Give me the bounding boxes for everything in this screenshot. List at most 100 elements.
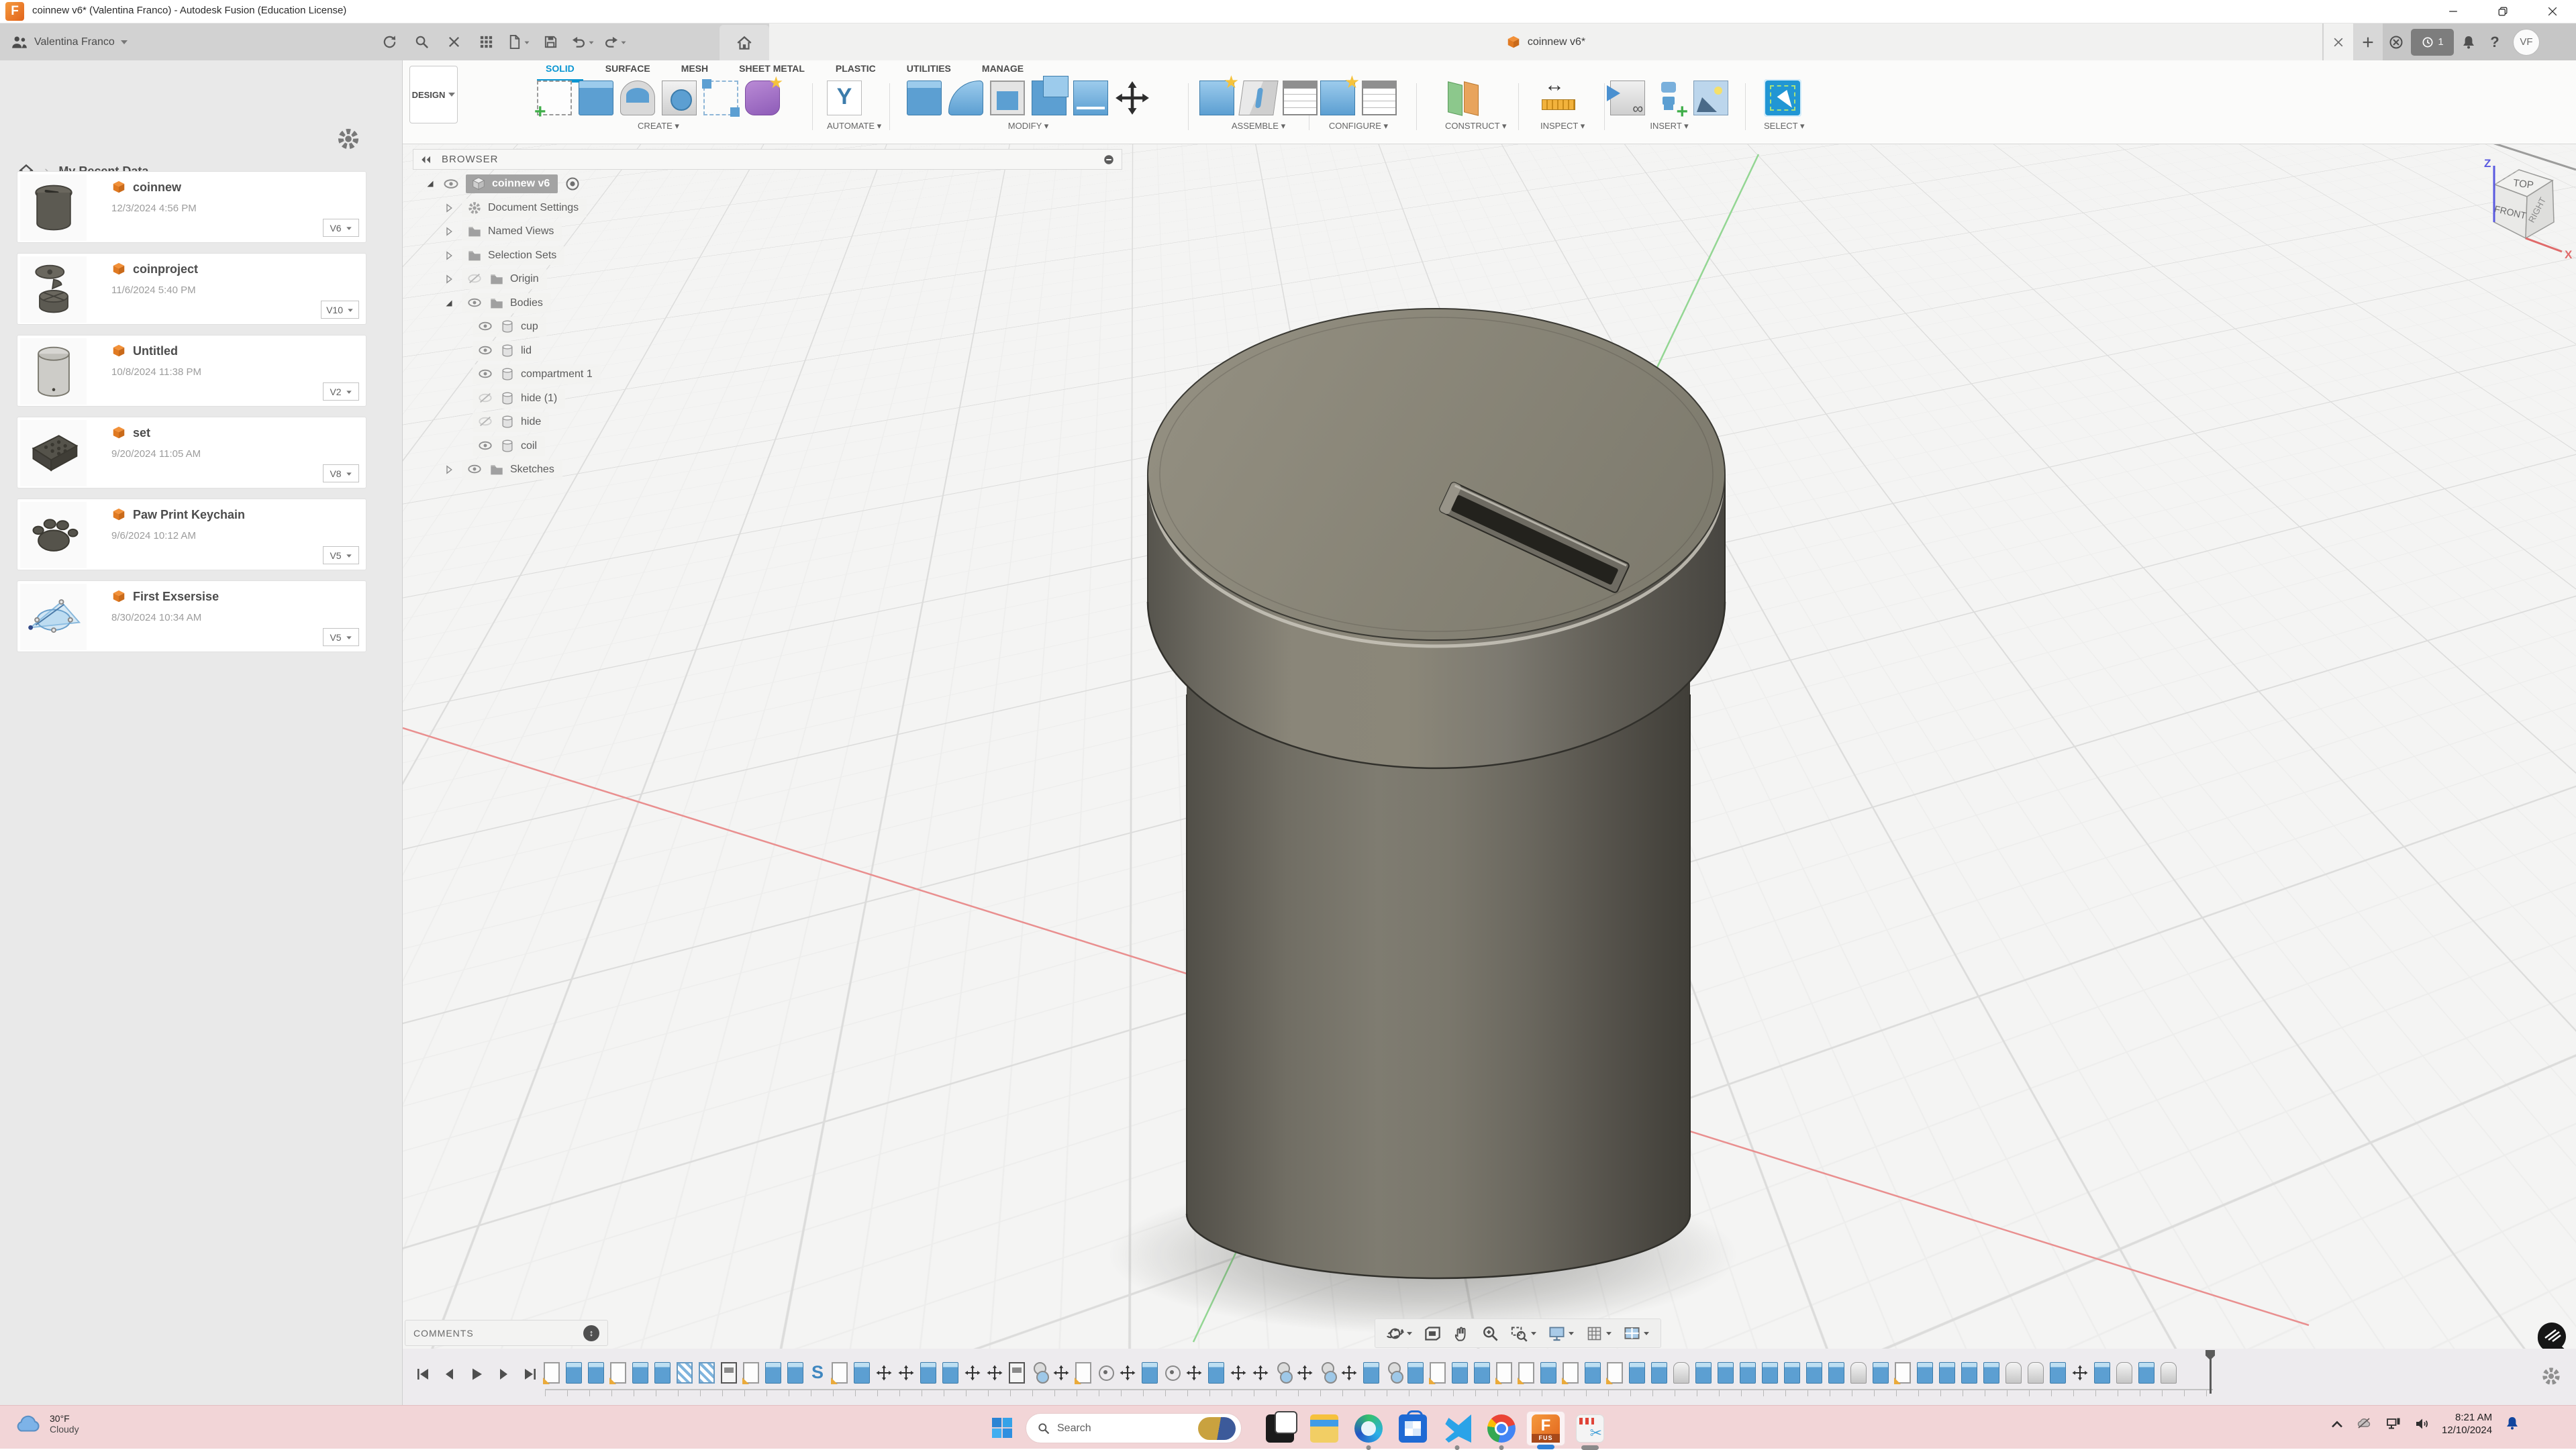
timeline-feature-sketch[interactable]	[1496, 1362, 1512, 1384]
activate-component-radio[interactable]	[564, 176, 581, 192]
taskbar-app-file-explorer[interactable]	[1305, 1411, 1344, 1446]
recent-file-card[interactable]: Untitled10/8/2024 11:38 PMV2	[17, 335, 366, 407]
recent-file-card[interactable]: coinnew12/3/2024 4:56 PMV6	[17, 171, 366, 243]
browser-row-cup[interactable]: cup	[473, 316, 546, 338]
timeline-feature-sketch[interactable]	[1518, 1362, 1534, 1384]
ribbon-tab-plastic[interactable]: PLASTIC	[820, 60, 891, 79]
version-dropdown[interactable]: V6	[323, 219, 359, 237]
browser-row-named-views[interactable]: Named Views	[443, 221, 562, 242]
timeline-feature-move[interactable]	[1230, 1362, 1246, 1384]
timeline-feature-extrude[interactable]	[765, 1362, 781, 1384]
sweep-tool-icon[interactable]	[662, 81, 697, 115]
timeline-feature-extrude[interactable]	[1695, 1362, 1712, 1384]
version-dropdown[interactable]: V8	[323, 464, 359, 482]
timeline-feature-extrude[interactable]	[1474, 1362, 1490, 1384]
timeline-feature-extrude[interactable]	[2050, 1362, 2066, 1384]
expand-arrow-icon[interactable]	[443, 225, 455, 238]
measure-tool-icon[interactable]	[1540, 81, 1575, 115]
version-dropdown[interactable]: V5	[323, 628, 359, 646]
document-tab[interactable]: coinnew v6*	[769, 23, 2322, 60]
form-tool-icon[interactable]	[745, 81, 780, 115]
timeline-feature-extrude[interactable]	[1961, 1362, 1977, 1384]
ribbon-group-label[interactable]: INSPECT ▾	[1540, 121, 1575, 132]
timeline-settings-gear-icon[interactable]	[2540, 1365, 2562, 1387]
timeline-feature-pattern[interactable]	[1097, 1362, 1113, 1384]
redo-button[interactable]	[601, 29, 628, 56]
view-cube[interactable]: TOP FRONT RIGHT Z X	[2440, 146, 2574, 290]
browser-row-hide-1-[interactable]: hide (1)	[473, 388, 565, 409]
pan-tool[interactable]	[1448, 1325, 1475, 1343]
timeline-feature-move[interactable]	[876, 1362, 892, 1384]
sketch-tool-icon[interactable]	[537, 81, 572, 115]
ribbon-group-label[interactable]: CONFIGURE ▾	[1320, 121, 1397, 132]
fillet-tool-icon[interactable]	[948, 81, 983, 115]
visibility-eye-icon[interactable]	[478, 366, 494, 382]
timeline-step-back-button[interactable]	[442, 1366, 458, 1382]
timeline-feature-move[interactable]	[898, 1362, 914, 1384]
shell-tool-icon[interactable]	[990, 81, 1025, 115]
combine-tool-icon[interactable]	[1032, 81, 1067, 115]
timeline-feature-extrude[interactable]	[787, 1362, 803, 1384]
timeline-feature-extrude[interactable]	[1540, 1362, 1556, 1384]
new-tab-button[interactable]	[2353, 23, 2383, 60]
timeline-feature-extrude[interactable]	[2094, 1362, 2110, 1384]
visibility-eye-icon[interactable]	[467, 295, 483, 311]
expand-arrow-icon[interactable]	[443, 273, 455, 285]
timeline-feature-extrude[interactable]	[1806, 1362, 1822, 1384]
timeline-feature-sketch[interactable]	[743, 1362, 759, 1384]
timeline-feature-move[interactable]	[1297, 1362, 1313, 1384]
timeline-feature-hatch[interactable]	[677, 1362, 693, 1384]
timeline-feature-extrude[interactable]	[1651, 1362, 1667, 1384]
panel-display-toggle-icon[interactable]	[1103, 154, 1115, 166]
taskbar-app-microsoft-store[interactable]	[1393, 1411, 1432, 1446]
newcomp-tool-icon[interactable]	[1320, 81, 1355, 115]
timeline-feature-hatch[interactable]	[699, 1362, 715, 1384]
recent-file-card[interactable]: coinproject11/6/2024 5:40 PMV10	[17, 253, 366, 325]
timeline-feature-extrude[interactable]	[1762, 1362, 1778, 1384]
table-tool-icon[interactable]	[1283, 81, 1318, 115]
onedrive-paused-icon[interactable]	[2356, 1415, 2373, 1433]
zoom-tool[interactable]	[1477, 1325, 1503, 1343]
timeline-feature-extrude[interactable]	[1142, 1362, 1158, 1384]
timeline-feature-fillet[interactable]	[2116, 1362, 2132, 1384]
timeline-feature-move[interactable]	[2072, 1362, 2088, 1384]
timeline-feature-extrude[interactable]	[588, 1362, 604, 1384]
timeline-feature-coil[interactable]: S	[809, 1362, 826, 1384]
ribbon-tab-mesh[interactable]: MESH	[666, 60, 724, 79]
taskbar-app-chrome[interactable]	[1482, 1411, 1521, 1446]
timeline-feature-move[interactable]	[1186, 1362, 1202, 1384]
network-icon[interactable]	[2385, 1416, 2401, 1432]
timeline-feature-extrude[interactable]	[1208, 1362, 1224, 1384]
timeline-feature-fillet[interactable]	[2005, 1362, 2022, 1384]
timeline-feature-hole[interactable]	[1275, 1362, 1291, 1384]
ribbon-group-label[interactable]: CREATE ▾	[537, 121, 780, 132]
extensions-icon[interactable]	[2388, 34, 2404, 50]
visibility-eye-icon[interactable]	[443, 176, 459, 192]
timeline-feature-sketch[interactable]	[1895, 1362, 1911, 1384]
data-panel-settings-gear-icon[interactable]	[336, 126, 361, 152]
cam-tool-icon[interactable]: Y	[827, 81, 862, 115]
revolve-tool-icon[interactable]	[620, 81, 655, 115]
timeline-feature-extrude[interactable]	[1740, 1362, 1756, 1384]
recent-file-card[interactable]: First Exsersise8/30/2024 10:34 AMV5	[17, 580, 366, 652]
timeline-feature-fillet[interactable]	[2028, 1362, 2044, 1384]
timeline-feature-sketch[interactable]	[832, 1362, 848, 1384]
start-button[interactable]	[988, 1414, 1016, 1442]
comments-expand-icon[interactable]: ↕	[583, 1325, 599, 1341]
browser-row-selection-sets[interactable]: Selection Sets	[443, 245, 564, 266]
sync-button[interactable]	[376, 29, 403, 56]
ribbon-tab-manage[interactable]: MANAGE	[967, 60, 1039, 79]
bolt-tool-icon[interactable]	[1652, 81, 1687, 115]
timeline-feature-extrude[interactable]	[632, 1362, 648, 1384]
timeline-feature-sketch[interactable]	[1563, 1362, 1579, 1384]
timeline-feature-extrude[interactable]	[1452, 1362, 1468, 1384]
search-highlight-image[interactable]	[1198, 1417, 1236, 1440]
timeline-feature-move[interactable]	[964, 1362, 981, 1384]
timeline-feature-hole[interactable]	[1031, 1362, 1047, 1384]
timeline-feature-fillet[interactable]	[1850, 1362, 1867, 1384]
design-menu-button[interactable]: DESIGN	[409, 66, 458, 123]
timeline-feature-extrude[interactable]	[1917, 1362, 1933, 1384]
ribbon-group-label[interactable]: AUTOMATE ▾	[827, 121, 862, 132]
select-tool-icon[interactable]	[1765, 81, 1800, 115]
taskbar-app-fusion[interactable]: F	[1526, 1411, 1565, 1446]
